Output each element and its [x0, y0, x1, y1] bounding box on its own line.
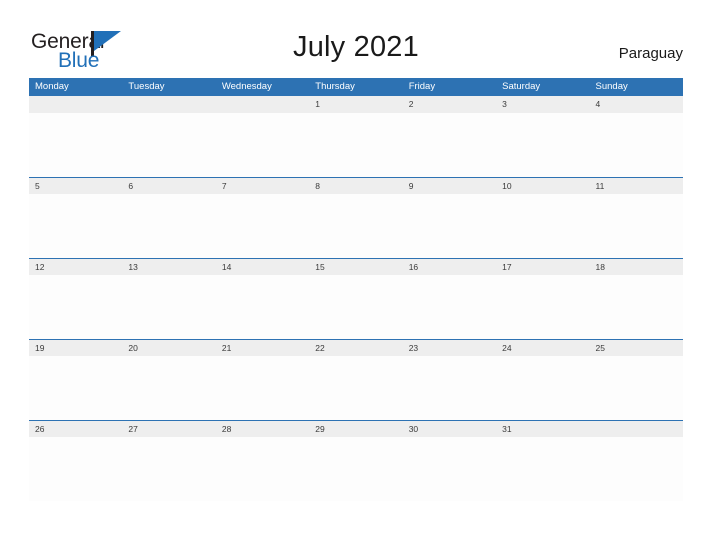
day-cell[interactable] [590, 421, 683, 437]
day-note-cell[interactable] [29, 194, 122, 258]
day-note-cell[interactable] [216, 356, 309, 420]
week-note-area [29, 113, 683, 177]
day-note-cell[interactable] [496, 437, 589, 501]
day-note-cell[interactable] [216, 437, 309, 501]
day-cell[interactable]: 26 [29, 421, 122, 437]
week-note-area [29, 275, 683, 339]
page-header: General Blue July 2021 Paraguay [0, 0, 712, 78]
week-row: 19 20 21 22 23 24 25 [29, 339, 683, 420]
day-cell[interactable]: 16 [403, 259, 496, 275]
week-date-band: 5 6 7 8 9 10 11 [29, 177, 683, 194]
day-cell[interactable]: 5 [29, 178, 122, 194]
week-row: 5 6 7 8 9 10 11 [29, 177, 683, 258]
day-note-cell[interactable] [403, 437, 496, 501]
day-cell[interactable]: 14 [216, 259, 309, 275]
day-note-cell[interactable] [403, 356, 496, 420]
day-cell[interactable]: 3 [496, 96, 589, 113]
day-cell[interactable]: 21 [216, 340, 309, 356]
day-note-cell[interactable] [122, 113, 215, 177]
day-cell[interactable]: 15 [309, 259, 402, 275]
day-cell[interactable]: 22 [309, 340, 402, 356]
week-row: 26 27 28 29 30 31 [29, 420, 683, 501]
weekday-header-saturday: Saturday [502, 81, 541, 92]
day-note-cell[interactable] [122, 437, 215, 501]
day-cell[interactable]: 28 [216, 421, 309, 437]
day-note-cell[interactable] [590, 356, 683, 420]
day-note-cell[interactable] [29, 113, 122, 177]
calendar-grid: Monday Tuesday Wednesday Thursday Friday… [29, 78, 683, 501]
day-note-cell[interactable] [29, 275, 122, 339]
day-cell[interactable]: 13 [122, 259, 215, 275]
weekday-header-sunday: Sunday [595, 81, 628, 92]
week-note-area [29, 437, 683, 501]
day-note-cell[interactable] [216, 113, 309, 177]
day-note-cell[interactable] [122, 275, 215, 339]
day-cell[interactable]: 8 [309, 178, 402, 194]
day-cell[interactable]: 25 [590, 340, 683, 356]
day-note-cell[interactable] [403, 113, 496, 177]
weekday-header-row: Monday Tuesday Wednesday Thursday Friday… [29, 78, 683, 96]
day-cell[interactable]: 29 [309, 421, 402, 437]
day-cell[interactable]: 9 [403, 178, 496, 194]
week-date-band: 1 2 3 4 [29, 96, 683, 113]
day-cell[interactable]: 6 [122, 178, 215, 194]
day-cell[interactable]: 19 [29, 340, 122, 356]
day-note-cell[interactable] [590, 437, 683, 501]
day-note-cell[interactable] [403, 194, 496, 258]
day-note-cell[interactable] [403, 275, 496, 339]
weekday-header-wednesday: Wednesday [221, 81, 272, 92]
day-note-cell[interactable] [309, 437, 402, 501]
day-note-cell[interactable] [496, 275, 589, 339]
day-cell[interactable]: 31 [496, 421, 589, 437]
day-cell[interactable] [216, 96, 309, 113]
day-note-cell[interactable] [122, 194, 215, 258]
week-row: 1 2 3 4 [29, 96, 683, 177]
day-cell[interactable]: 17 [496, 259, 589, 275]
day-cell[interactable]: 11 [590, 178, 683, 194]
day-note-cell[interactable] [496, 194, 589, 258]
day-note-cell[interactable] [309, 113, 402, 177]
day-note-cell[interactable] [590, 194, 683, 258]
week-note-area [29, 356, 683, 420]
day-cell[interactable]: 27 [122, 421, 215, 437]
week-date-band: 26 27 28 29 30 31 [29, 420, 683, 437]
day-note-cell[interactable] [309, 275, 402, 339]
day-cell[interactable]: 10 [496, 178, 589, 194]
day-cell[interactable]: 24 [496, 340, 589, 356]
day-note-cell[interactable] [29, 356, 122, 420]
week-row: 12 13 14 15 16 17 18 [29, 258, 683, 339]
day-note-cell[interactable] [496, 356, 589, 420]
weekday-header-tuesday: Tuesday [128, 81, 165, 92]
day-cell[interactable]: 18 [590, 259, 683, 275]
day-cell[interactable]: 20 [122, 340, 215, 356]
day-note-cell[interactable] [590, 275, 683, 339]
day-cell[interactable]: 23 [403, 340, 496, 356]
weekday-header-thursday: Thursday [315, 81, 355, 92]
day-cell[interactable]: 7 [216, 178, 309, 194]
day-cell[interactable] [29, 96, 122, 113]
day-note-cell[interactable] [29, 437, 122, 501]
day-cell[interactable]: 30 [403, 421, 496, 437]
day-cell[interactable]: 2 [403, 96, 496, 113]
day-note-cell[interactable] [590, 113, 683, 177]
day-note-cell[interactable] [216, 275, 309, 339]
day-note-cell[interactable] [216, 194, 309, 258]
page-title: July 2021 [293, 31, 419, 63]
weekday-header-friday: Friday [408, 81, 436, 92]
week-note-area [29, 194, 683, 258]
day-cell[interactable]: 1 [309, 96, 402, 113]
day-note-cell[interactable] [309, 356, 402, 420]
day-cell[interactable]: 4 [590, 96, 683, 113]
day-note-cell[interactable] [122, 356, 215, 420]
locale-label: Paraguay [618, 45, 683, 62]
week-date-band: 12 13 14 15 16 17 18 [29, 258, 683, 275]
week-date-band: 19 20 21 22 23 24 25 [29, 339, 683, 356]
day-cell[interactable] [122, 96, 215, 113]
day-note-cell[interactable] [309, 194, 402, 258]
day-note-cell[interactable] [496, 113, 589, 177]
weekday-header-monday: Monday [35, 81, 69, 92]
day-cell[interactable]: 12 [29, 259, 122, 275]
